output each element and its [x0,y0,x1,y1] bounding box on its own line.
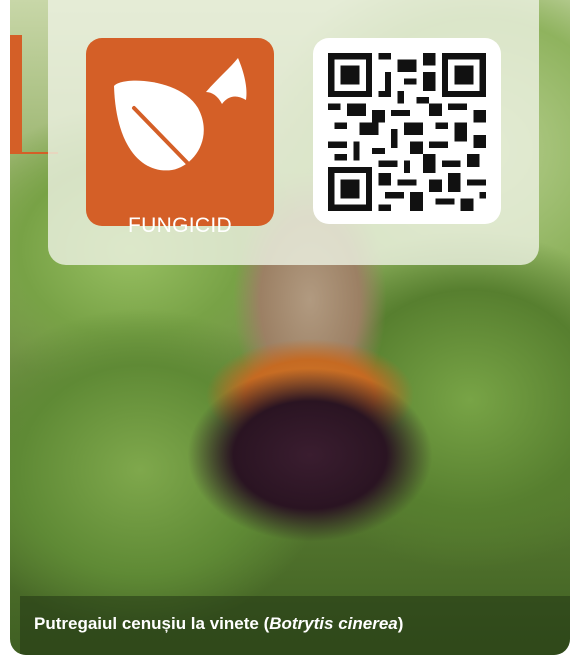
caption-suffix: ) [397,614,404,633]
image-caption: Putregaiul cenușiu la vinete (Botrytis c… [34,614,403,634]
accent-tab [10,35,22,153]
caption-species: Botrytis cinerea [269,614,398,633]
product-photo-card: FUNGICID [10,0,570,655]
caption-prefix: Putregaiul cenușiu la vinete ( [34,614,270,633]
badge-label: FUNGICID [128,214,232,237]
qr-code[interactable] [313,38,501,224]
fungicide-badge: FUNGICID [86,38,274,237]
qr-code-icon [328,53,486,211]
leaf-and-spore-icon [114,58,247,182]
